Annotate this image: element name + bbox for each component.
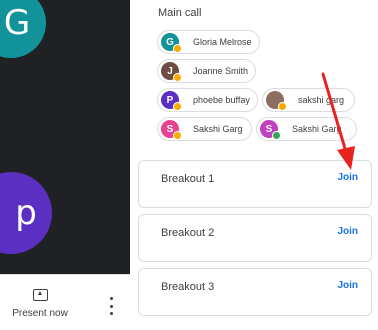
annotation-arrow-icon — [321, 72, 355, 170]
